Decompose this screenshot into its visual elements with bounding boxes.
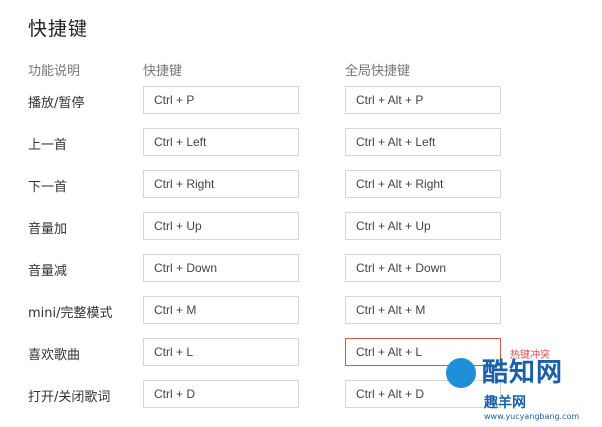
watermark-url: www.yucyangbang.com: [484, 412, 580, 421]
shortcut-row-play-pause: 播放/暂停 Ctrl + P Ctrl + Alt + P: [0, 86, 602, 116]
shortcut-row-lyrics: 打开/关闭歌词 Ctrl + D Ctrl + Alt + D: [0, 380, 602, 410]
conflict-warning: 热键冲突: [510, 350, 550, 361]
local-shortcut-input[interactable]: Ctrl + D: [143, 380, 299, 408]
shortcut-row-mini-mode: mini/完整模式 Ctrl + M Ctrl + Alt + M: [0, 296, 602, 326]
row-label: 上一首: [28, 138, 68, 153]
global-shortcut-input[interactable]: Ctrl + Alt + M: [345, 296, 501, 324]
global-shortcut-input[interactable]: Ctrl + Alt + Right: [345, 170, 501, 198]
local-shortcut-input[interactable]: Ctrl + Up: [143, 212, 299, 240]
row-label: mini/完整模式: [28, 306, 113, 321]
local-shortcut-input[interactable]: Ctrl + Down: [143, 254, 299, 282]
shortcut-row-volume-up: 音量加 Ctrl + Up Ctrl + Alt + Up: [0, 212, 602, 242]
local-shortcut-input[interactable]: Ctrl + Right: [143, 170, 299, 198]
local-shortcut-input[interactable]: Ctrl + P: [143, 86, 299, 114]
shortcut-row-volume-down: 音量减 Ctrl + Down Ctrl + Alt + Down: [0, 254, 602, 284]
local-shortcut-input[interactable]: Ctrl + L: [143, 338, 299, 366]
header-function: 功能说明: [28, 64, 81, 79]
global-shortcut-input[interactable]: Ctrl + Alt + L: [345, 338, 501, 366]
header-local-shortcut: 快捷键: [143, 64, 183, 79]
row-label: 喜欢歌曲: [28, 348, 81, 363]
global-shortcut-input[interactable]: Ctrl + Alt + Down: [345, 254, 501, 282]
shortcut-row-previous: 上一首 Ctrl + Left Ctrl + Alt + Left: [0, 128, 602, 158]
global-shortcut-input[interactable]: Ctrl + Alt + Left: [345, 128, 501, 156]
global-shortcut-input[interactable]: Ctrl + Alt + Up: [345, 212, 501, 240]
global-shortcut-input[interactable]: Ctrl + Alt + P: [345, 86, 501, 114]
shortcut-row-like-song: 喜欢歌曲 Ctrl + L Ctrl + Alt + L 热键冲突: [0, 338, 602, 368]
row-label: 打开/关闭歌词: [28, 390, 111, 405]
local-shortcut-input[interactable]: Ctrl + M: [143, 296, 299, 324]
header-global-shortcut: 全局快捷键: [345, 64, 411, 79]
row-label: 播放/暂停: [28, 96, 85, 111]
row-label: 音量加: [28, 222, 68, 237]
page-title: 快捷键: [28, 18, 89, 40]
global-shortcut-input[interactable]: Ctrl + Alt + D: [345, 380, 501, 408]
shortcut-row-next: 下一首 Ctrl + Right Ctrl + Alt + Right: [0, 170, 602, 200]
row-label: 下一首: [28, 180, 68, 195]
local-shortcut-input[interactable]: Ctrl + Left: [143, 128, 299, 156]
row-label: 音量减: [28, 264, 68, 279]
